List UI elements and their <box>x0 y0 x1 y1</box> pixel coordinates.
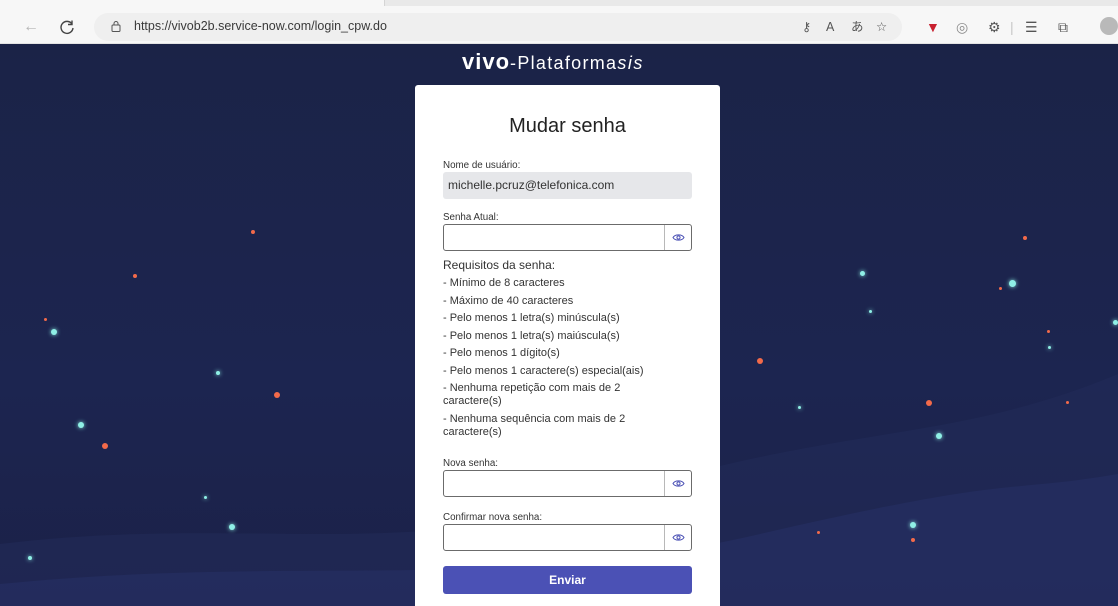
active-tab[interactable] <box>0 0 385 6</box>
requirement-item: - Mínimo de 8 caracteres <box>443 277 565 289</box>
address-bar[interactable]: https://vivob2b.service-now.com/login_cp… <box>94 13 902 41</box>
particle-dot <box>133 274 137 278</box>
brand-vivo: vivo <box>462 49 511 74</box>
new-password-input[interactable] <box>444 471 665 496</box>
current-password-field[interactable] <box>443 224 692 251</box>
requirement-item: - Pelo menos 1 letra(s) maiúscula(s) <box>443 329 620 342</box>
particle-dot <box>868 309 872 313</box>
particle-dot <box>910 522 916 528</box>
particle-dot <box>78 422 84 428</box>
particle-dot <box>51 329 57 335</box>
lock-icon <box>111 21 121 32</box>
login-page-background: vivo-Plataformasis Mudar senha Nome de u… <box>0 44 1118 606</box>
particle-dot <box>102 443 108 449</box>
particle-dot <box>28 556 32 560</box>
particle-dot <box>816 530 820 534</box>
particle-dot <box>203 495 207 499</box>
particle-dot <box>1046 329 1050 333</box>
particle-dot <box>1047 345 1051 349</box>
particle-dot <box>797 405 801 409</box>
key-icon[interactable]: ⚷ <box>802 18 811 36</box>
brand-logo: vivo-Plataformasis <box>462 49 644 75</box>
particle-dot <box>216 371 220 375</box>
particle-dot <box>926 400 932 406</box>
current-password-label: Senha Atual: <box>443 212 499 223</box>
new-password-field[interactable] <box>443 470 692 497</box>
profile-avatar[interactable] <box>1100 17 1118 35</box>
favorites-icon[interactable]: ☰ <box>1025 18 1038 36</box>
show-password-eye-icon[interactable] <box>664 525 691 550</box>
particle-dot <box>757 358 763 364</box>
current-password-input[interactable] <box>444 225 665 250</box>
particle-dot <box>936 433 942 439</box>
mcafee-shield-icon[interactable]: ▼ <box>926 18 940 36</box>
show-password-eye-icon[interactable] <box>664 471 691 496</box>
reload-icon[interactable] <box>56 16 78 38</box>
toolbar-divider: | <box>1010 19 1014 35</box>
url-text[interactable]: https://vivob2b.service-now.com/login_cp… <box>134 19 387 33</box>
particle-dot <box>43 317 47 321</box>
extension-icon[interactable]: ◎ <box>956 18 968 36</box>
browser-toolbar: ← https://vivob2b.service-now.com/login_… <box>0 0 1118 44</box>
requirements-title: Requisitos da senha: <box>443 258 556 272</box>
particle-dot <box>911 538 915 542</box>
collections-icon[interactable]: ⧉ <box>1058 18 1068 36</box>
translate-icon[interactable]: あ <box>851 18 864 36</box>
particle-dot <box>1112 319 1118 325</box>
username-field: michelle.pcruz@telefonica.com <box>443 172 692 199</box>
confirm-password-input[interactable] <box>444 525 665 550</box>
page-title: Mudar senha <box>509 115 626 137</box>
particle-dot <box>1065 400 1069 404</box>
requirement-item: - Pelo menos 1 dígito(s) <box>443 347 560 359</box>
particle-dot <box>1023 236 1027 240</box>
confirm-password-label: Confirmar nova senha: <box>443 512 543 523</box>
requirement-item: - Pelo menos 1 caractere(s) especial(ais… <box>443 364 644 377</box>
particle-dot <box>1008 279 1016 287</box>
brand-platform: -Plataforma <box>510 53 618 73</box>
tab-strip <box>0 0 1118 6</box>
particle-dot <box>229 524 235 530</box>
requirement-item: - Nenhuma sequência com mais de 2 caract… <box>443 412 626 438</box>
change-password-card: Mudar senha Nome de usuário: michelle.pc… <box>415 85 720 606</box>
confirm-password-field[interactable] <box>443 524 692 551</box>
particle-dot <box>251 230 255 234</box>
password-requirements: Requisitos da senha: - Mínimo de 8 carac… <box>443 259 673 443</box>
particle-dot <box>859 270 865 276</box>
username-label: Nome de usuário: <box>443 160 521 171</box>
particle-dot <box>998 286 1002 290</box>
back-icon[interactable]: ← <box>20 16 42 38</box>
requirement-item: - Nenhuma repetição com mais de 2 caract… <box>443 382 621 407</box>
requirement-item: - Pelo menos 1 letra(s) minúscula(s) <box>443 312 620 324</box>
puzzle-icon[interactable]: ⚙ <box>988 18 1001 36</box>
show-password-eye-icon[interactable] <box>664 225 691 250</box>
favorite-star-icon[interactable]: ☆ <box>876 18 887 36</box>
particle-dot <box>274 392 280 398</box>
requirement-item: - Máximo de 40 caracteres <box>443 294 574 307</box>
new-password-label: Nova senha: <box>443 458 499 469</box>
submit-button[interactable]: Enviar <box>443 566 692 594</box>
brand-sis: sis <box>617 53 644 73</box>
read-aloud-icon[interactable]: A <box>826 18 834 36</box>
